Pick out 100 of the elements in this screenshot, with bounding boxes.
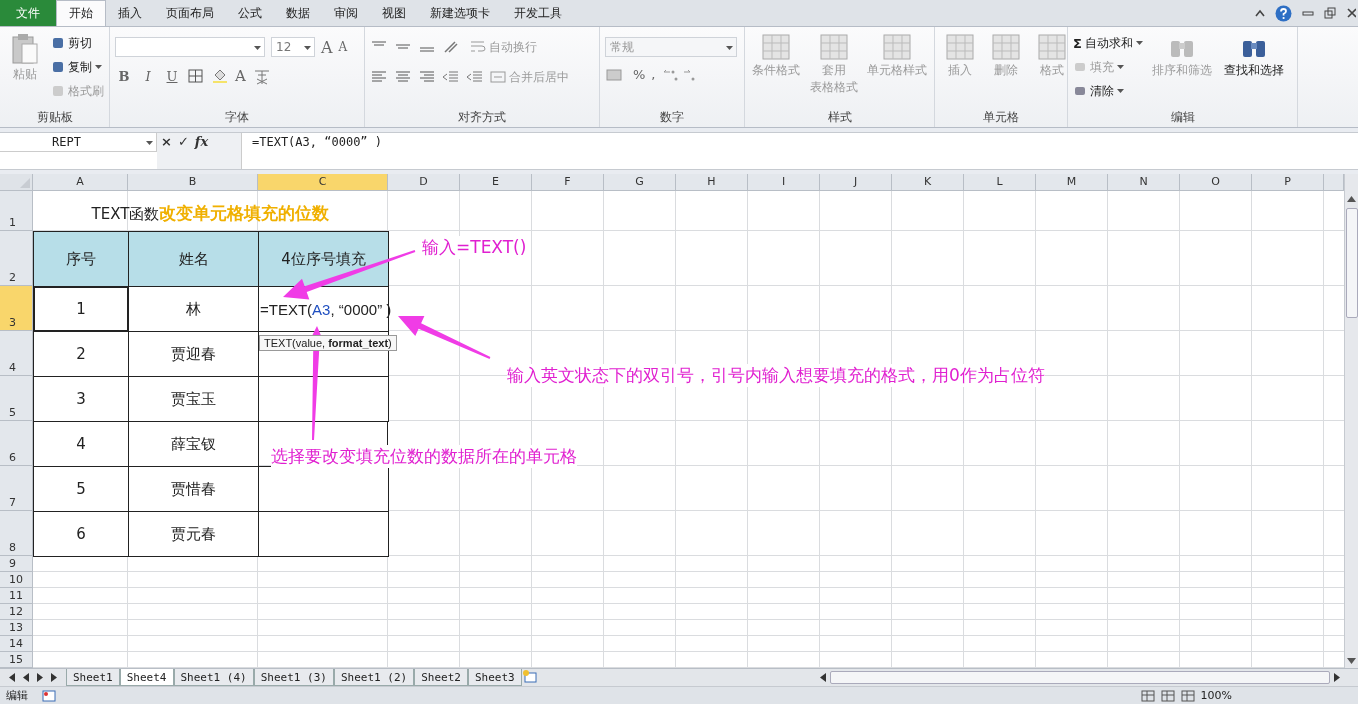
column-header[interactable]: C — [258, 174, 388, 192]
font-size-field[interactable]: 12 — [271, 37, 315, 57]
table-cell[interactable] — [258, 511, 389, 558]
align-lines-icon[interactable] — [370, 70, 388, 84]
row-header[interactable]: 9 — [0, 556, 33, 573]
row-header[interactable]: 1 — [0, 191, 33, 232]
shrink-font-button[interactable]: A — [338, 40, 348, 54]
caret-icon[interactable] — [95, 65, 102, 69]
column-header[interactable]: M — [1036, 174, 1108, 192]
column-header[interactable]: O — [1180, 174, 1252, 192]
font-style-button[interactable]: B — [115, 68, 133, 84]
sheet-tab[interactable]: Sheet1 (4) — [173, 669, 254, 687]
sheet-tab[interactable]: Sheet3 — [467, 669, 522, 687]
name-box[interactable]: REPT — [0, 132, 157, 152]
sheet-tab[interactable]: Sheet2 — [414, 669, 468, 687]
font-style-button[interactable]: U — [163, 68, 181, 84]
column-header[interactable]: D — [388, 174, 460, 192]
caret-icon[interactable] — [254, 46, 261, 50]
table-cell[interactable] — [258, 466, 389, 513]
row-header[interactable]: 14 — [0, 636, 33, 653]
fill-bucket-icon[interactable] — [211, 68, 229, 84]
caret-icon[interactable] — [1117, 89, 1124, 93]
caret-icon[interactable] — [146, 140, 153, 145]
row-header[interactable]: 4 — [0, 331, 33, 377]
column-header[interactable]: P — [1252, 174, 1324, 192]
column-header[interactable]: K — [892, 174, 964, 192]
formula-bar-button[interactable]: ✓ — [177, 133, 189, 149]
file-tab[interactable]: 文件 — [0, 0, 56, 26]
font-color-button[interactable]: A — [235, 67, 246, 85]
row-header[interactable]: 15 — [0, 652, 33, 669]
ribbon-tab[interactable]: 新建选项卡 — [418, 0, 502, 26]
macro-record-icon[interactable] — [42, 689, 56, 702]
scroll-up-icon[interactable] — [1347, 196, 1356, 203]
row-header[interactable]: 2 — [0, 231, 33, 287]
restore-icon[interactable] — [1324, 7, 1336, 19]
ribbon-tab[interactable]: 开始 — [56, 0, 106, 26]
column-header[interactable]: A — [33, 174, 128, 192]
column-header[interactable]: N — [1108, 174, 1180, 192]
collapse-ribbon-icon[interactable] — [1255, 9, 1265, 17]
row-header[interactable]: 8 — [0, 511, 33, 557]
row-header[interactable]: 12 — [0, 604, 33, 621]
caret-icon[interactable] — [1135, 41, 1143, 45]
row-header[interactable]: 3 — [0, 286, 33, 332]
scroll-right-icon[interactable] — [1334, 673, 1340, 683]
row-header[interactable]: 6 — [0, 421, 33, 467]
scroll-left-icon[interactable] — [820, 673, 826, 683]
ribbon-tab[interactable]: 审阅 — [322, 0, 370, 26]
scroll-thumb[interactable] — [1345, 208, 1358, 319]
scroll-thumb[interactable] — [830, 671, 1330, 685]
borders-icon[interactable] — [187, 68, 205, 84]
column-header[interactable]: H — [676, 174, 748, 192]
view-mode-icon[interactable] — [1180, 689, 1195, 702]
editing-button[interactable]: 清除 — [1073, 81, 1143, 101]
column-header[interactable]: B — [128, 174, 258, 192]
formula-bar-button[interactable]: fx — [194, 133, 209, 149]
sheet-tab[interactable]: Sheet1 (2) — [333, 669, 415, 687]
align-lines-icon[interactable] — [418, 70, 436, 84]
caret-icon[interactable] — [726, 46, 733, 50]
number-format-button[interactable]: % — [633, 67, 646, 82]
row-header[interactable]: 11 — [0, 588, 33, 605]
row-header[interactable]: 7 — [0, 466, 33, 512]
sheet-tab[interactable]: Sheet1 — [66, 669, 120, 687]
editing-large-button[interactable]: 查找和选择 — [1220, 31, 1287, 109]
sheet-tab[interactable]: Sheet1 (3) — [253, 669, 334, 687]
row-header[interactable]: 5 — [0, 376, 33, 422]
table-cell[interactable] — [258, 376, 389, 423]
editing-button[interactable]: Σ 自动求和 — [1073, 33, 1143, 53]
column-header[interactable]: E — [460, 174, 532, 192]
row-header[interactable]: 13 — [0, 620, 33, 637]
column-header[interactable]: F — [532, 174, 604, 192]
clipboard-button[interactable]: 剪切 — [51, 33, 104, 53]
clipboard-button[interactable]: 复制 — [51, 57, 104, 77]
align-lines-icon[interactable] — [394, 70, 412, 84]
column-header[interactable]: G — [604, 174, 676, 192]
new-sheet-icon[interactable] — [521, 669, 538, 684]
ribbon-tab[interactable]: 数据 — [274, 0, 322, 26]
column-header[interactable]: J — [820, 174, 892, 192]
view-mode-icon[interactable] — [1140, 689, 1155, 702]
row-header[interactable]: 10 — [0, 572, 33, 589]
indent-icon[interactable] — [466, 70, 484, 84]
sheet-tab[interactable]: Sheet4 — [119, 669, 174, 687]
grow-font-button[interactable]: A — [321, 37, 333, 57]
indent-icon[interactable] — [442, 70, 460, 84]
formula-field[interactable]: =TEXT(A3, “0000” ) — [241, 132, 1358, 170]
column-header[interactable]: I — [748, 174, 820, 192]
caret-icon[interactable] — [304, 46, 311, 50]
number-format-button[interactable]: , — [651, 67, 656, 82]
view-mode-icon[interactable] — [1160, 689, 1175, 702]
close-icon[interactable] — [1346, 7, 1356, 19]
column-header[interactable]: L — [964, 174, 1036, 192]
minimize-icon[interactable] — [1302, 9, 1314, 17]
ribbon-tab[interactable]: 页面布局 — [154, 0, 226, 26]
scroll-down-icon[interactable] — [1347, 658, 1356, 665]
font-name-field[interactable] — [115, 37, 265, 57]
ribbon-tab[interactable]: 视图 — [370, 0, 418, 26]
ribbon-tab[interactable]: 开发工具 — [502, 0, 574, 26]
font-style-button[interactable]: I — [139, 68, 157, 84]
formula-bar-button[interactable]: × — [161, 133, 172, 149]
ribbon-tab[interactable]: 公式 — [226, 0, 274, 26]
help-icon[interactable] — [1275, 4, 1292, 22]
